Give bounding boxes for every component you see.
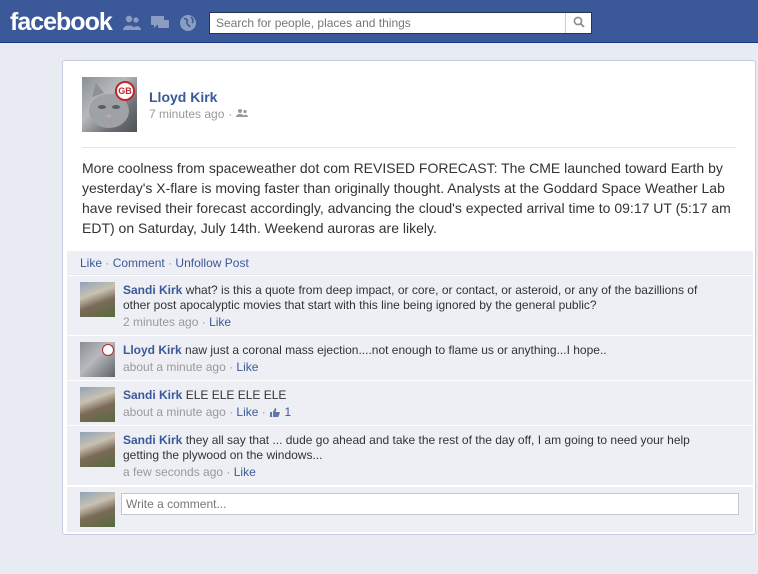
commenter-name[interactable]: Sandi Kirk [123, 283, 182, 297]
unfollow-post-link[interactable]: Unfollow Post [175, 256, 248, 270]
comment-like-link[interactable]: Like [236, 360, 258, 374]
comment-timestamp[interactable]: about a minute ago [123, 405, 226, 419]
search-button[interactable] [565, 13, 591, 33]
comment-item: Lloyd Kirk naw just a coronal mass eject… [67, 336, 753, 381]
comment-like-link[interactable]: Like [209, 315, 231, 329]
top-bar: facebook [0, 0, 758, 43]
commenter-avatar[interactable] [80, 387, 115, 422]
comment-item: Sandi Kirk they all say that ... dude go… [67, 426, 753, 486]
commenter-name[interactable]: Sandi Kirk [123, 388, 182, 402]
ghostbusters-badge-small [102, 344, 114, 356]
comment-text: ELE ELE ELE ELE [185, 388, 287, 402]
comment-body: Lloyd Kirk naw just a coronal mass eject… [123, 343, 723, 375]
comment-meta: about a minute ago · Like · 1 [123, 405, 723, 422]
comment-text: what? is this a quote from deep impact, … [123, 283, 698, 312]
search-input[interactable] [210, 13, 564, 33]
comment-like-count[interactable]: 1 [284, 405, 291, 419]
author-avatar[interactable]: GB [82, 77, 137, 132]
comment-meta: about a minute ago · Like [123, 360, 259, 374]
search-box [209, 12, 592, 34]
meta-separator: · [228, 107, 233, 121]
post-text: More coolness from spaceweather dot com … [82, 160, 731, 236]
comment-body: Sandi Kirk ELE ELE ELE ELE about a minut… [123, 388, 723, 422]
write-comment-row [67, 487, 753, 532]
comment-item: Sandi Kirk what? is this a quote from de… [67, 276, 753, 336]
comment-text: they all say that ... dude go ahead and … [123, 433, 690, 462]
commenter-avatar[interactable] [80, 432, 115, 467]
commenter-name[interactable]: Lloyd Kirk [123, 343, 182, 357]
like-thumb-icon[interactable] [269, 407, 281, 422]
comment-timestamp[interactable]: about a minute ago [123, 360, 226, 374]
commenter-avatar[interactable] [80, 342, 115, 377]
messages-icon[interactable] [150, 14, 170, 32]
like-link[interactable]: Like [80, 256, 102, 270]
current-user-avatar [80, 492, 115, 527]
comment-meta: a few seconds ago · Like [123, 465, 256, 479]
comment-like-link[interactable]: Like [234, 465, 256, 479]
comment-text: naw just a coronal mass ejection....not … [185, 343, 607, 357]
comment-timestamp[interactable]: 2 minutes ago [123, 315, 198, 329]
notifications-globe-icon[interactable] [178, 14, 198, 32]
post-card: GB Lloyd Kirk 7 minutes ago · More cooln… [62, 60, 756, 535]
post-timestamp[interactable]: 7 minutes ago [149, 107, 224, 121]
action-separator: · [105, 256, 110, 270]
friends-icon[interactable] [122, 14, 142, 32]
post-actions: Like · Comment · Unfollow Post [67, 251, 753, 275]
post-meta: 7 minutes ago · [149, 107, 249, 121]
commenter-name[interactable]: Sandi Kirk [123, 433, 182, 447]
post-divider [82, 147, 736, 148]
write-comment-input[interactable] [121, 493, 739, 515]
comment-timestamp[interactable]: a few seconds ago [123, 465, 223, 479]
comment-item: Sandi Kirk ELE ELE ELE ELE about a minut… [67, 381, 753, 426]
comment-body: Sandi Kirk what? is this a quote from de… [123, 283, 723, 330]
comment-link[interactable]: Comment [113, 256, 165, 270]
ghostbusters-badge: GB [115, 81, 135, 101]
search-icon [573, 16, 585, 31]
comment-body: Sandi Kirk they all say that ... dude go… [123, 433, 723, 480]
post-author-name[interactable]: Lloyd Kirk [149, 89, 217, 105]
action-separator: · [168, 256, 173, 270]
comment-meta: 2 minutes ago · Like [123, 315, 232, 329]
comment-like-link[interactable]: Like [236, 405, 258, 419]
audience-friends-icon[interactable] [236, 107, 249, 121]
commenter-avatar[interactable] [80, 282, 115, 317]
facebook-logo[interactable]: facebook [10, 8, 113, 37]
